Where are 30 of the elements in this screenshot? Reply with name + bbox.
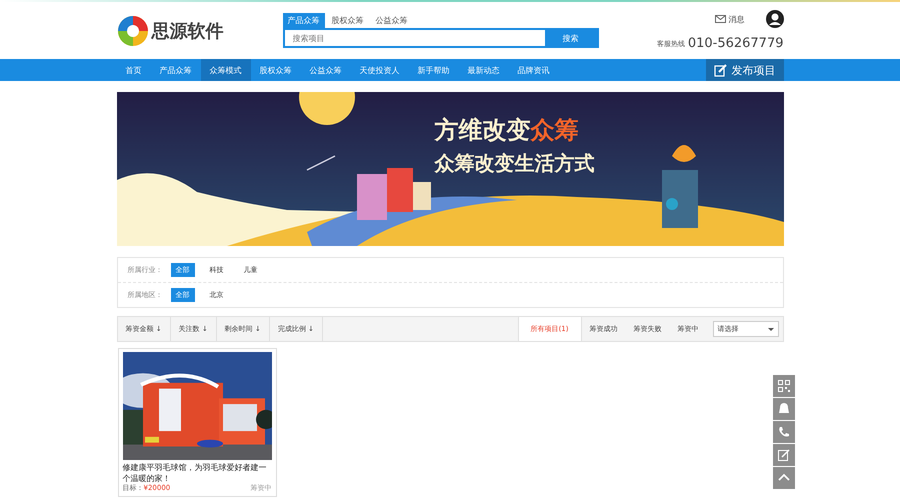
messages-link[interactable]: 消息 [728,14,744,24]
nav-item[interactable]: 天使投资人 [350,59,408,81]
project-title[interactable]: 修建康平羽毛球馆，为羽毛球爱好者建一个温暖的家！ [122,462,272,484]
avatar-icon[interactable] [766,10,784,28]
nav-item[interactable]: 公益众筹 [300,59,350,81]
nav-item[interactable]: 首页 [116,59,150,81]
logo-icon [116,14,148,46]
hotline-number: 010-56267779 [688,36,784,51]
nav-item[interactable]: 品牌资讯 [508,59,558,81]
phone-icon[interactable] [773,421,795,443]
search-tab[interactable]: 股权众筹 [326,13,368,28]
nav-item[interactable]: 最新动态 [458,59,508,81]
publish-button[interactable]: 发布项目 [706,59,784,81]
banner-subtitle: 众筹改变生活方式 [434,150,594,177]
search-tab[interactable]: 公益众筹 [370,13,412,28]
search-field[interactable]: 搜索项目 搜索 [282,28,598,48]
nav-item[interactable]: 新手帮助 [408,59,458,81]
back-to-top-icon[interactable] [773,467,795,489]
chat-icon[interactable] [773,398,795,420]
search-button[interactable]: 搜索 [544,30,596,46]
nav-item[interactable]: 众筹模式 [200,59,250,81]
mail-icon [714,15,726,23]
edit-icon [714,63,728,77]
nav-item[interactable]: 股权众筹 [250,59,300,81]
banner-title: 方维改变众筹 [434,115,578,146]
edit-icon[interactable] [773,444,795,466]
nav-item[interactable]: 产品众筹 [150,59,200,81]
search-tab[interactable]: 产品众筹 [282,13,324,28]
qr-code-icon[interactable] [773,375,795,397]
logo-text: 思源软件 [152,20,224,42]
